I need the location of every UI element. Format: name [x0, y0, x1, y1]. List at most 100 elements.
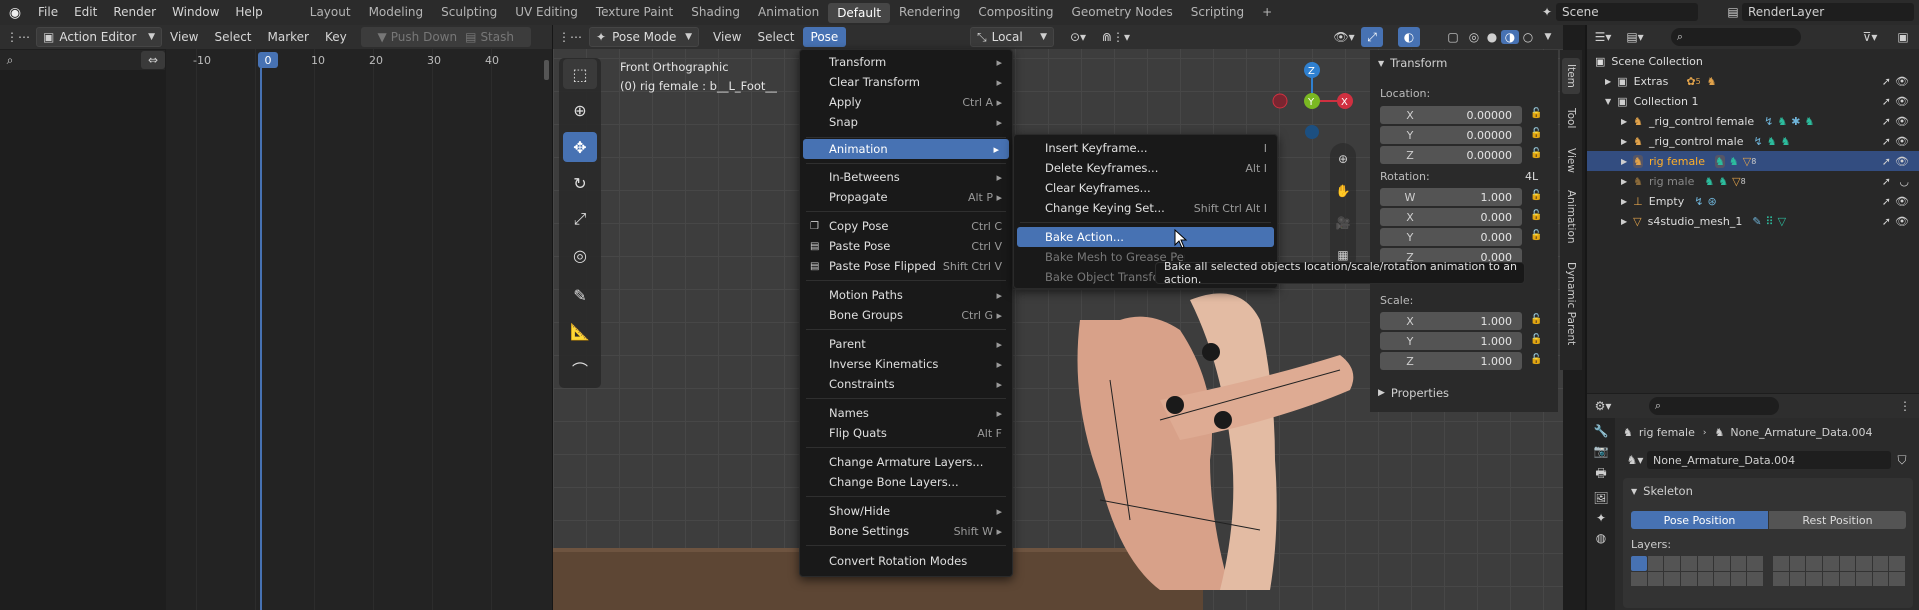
shading-options-icon[interactable]: ▼ — [1539, 32, 1557, 42]
menu-item-snap[interactable]: Snap ▸ — [800, 112, 1012, 132]
tab-scripting[interactable]: Scripting — [1182, 0, 1253, 25]
eye-icon[interactable]: 👁 — [1895, 195, 1909, 208]
selectable-arrow-icon[interactable]: ➚ — [1882, 175, 1891, 188]
bone-layer-toggle[interactable] — [1680, 571, 1697, 586]
tab-modeling[interactable]: Modeling — [360, 0, 433, 25]
ae-menu-key[interactable]: Key — [317, 25, 355, 50]
properties-section-header[interactable]: ▶ Properties — [1378, 386, 1449, 400]
expand-arrow-icon[interactable]: ▶ — [1621, 137, 1627, 146]
bone-layer-toggle[interactable] — [1697, 571, 1714, 586]
zoom-icon[interactable]: ⊕ — [1338, 152, 1348, 166]
gizmo-neg-z-icon[interactable] — [1305, 125, 1319, 139]
menu-item-paste-pose-flipped[interactable]: ▤ Paste Pose Flipped Shift Ctrl V — [800, 256, 1012, 276]
bone-layer-toggle[interactable] — [1747, 571, 1763, 586]
push-down-button[interactable]: ▼ Push Down ▤ Stash — [360, 27, 531, 47]
tab-layout[interactable]: Layout — [301, 0, 360, 25]
lock-icon[interactable]: 🔓 — [1530, 354, 1542, 365]
pan-hand-icon[interactable]: ✋ — [1336, 184, 1351, 198]
bone-layer-toggle[interactable] — [1789, 571, 1806, 586]
selectable-arrow-icon[interactable]: ➚ — [1882, 155, 1891, 168]
eye-icon[interactable]: 👁 — [1895, 95, 1909, 108]
tab-compositing[interactable]: Compositing — [969, 0, 1062, 25]
gizmo-toggle-icon[interactable]: ⤢ — [1361, 27, 1383, 47]
gizmo-neg-x-icon[interactable] — [1272, 93, 1288, 109]
bone-layer-toggle[interactable] — [1747, 556, 1763, 571]
scale-tool-icon[interactable]: ⤢ — [563, 204, 597, 234]
rotation-mode[interactable]: 4L — [1525, 170, 1538, 183]
menu-item-delete-keyframes[interactable]: Delete Keyframes... Alt I — [1014, 158, 1277, 178]
display-mode-icon[interactable]: ▤▾ — [1619, 30, 1651, 44]
tab-animation[interactable]: Animation — [1562, 184, 1580, 250]
rotate-tool-icon[interactable]: ↻ — [563, 168, 597, 198]
vp-menu-pose[interactable]: Pose — [802, 27, 847, 47]
bone-layer-toggle[interactable] — [1680, 556, 1697, 571]
menu-item-inverse-kinematics[interactable]: Inverse Kinematics ▸ — [800, 354, 1012, 374]
expand-arrow-icon[interactable]: ▶ — [1621, 197, 1627, 206]
pose-breakdowner-icon[interactable]: ⌒ — [563, 354, 597, 384]
bone-layer-toggle[interactable] — [1664, 556, 1680, 571]
bone-layer-toggle[interactable] — [1872, 571, 1889, 586]
menu-item-paste-pose[interactable]: ▤ Paste Pose Ctrl V — [800, 236, 1012, 256]
selectable-arrow-icon[interactable]: ➚ — [1882, 195, 1891, 208]
menu-item-convert-rotation-modes[interactable]: Convert Rotation Modes — [800, 551, 1012, 571]
tab-uv-editing[interactable]: UV Editing — [506, 0, 587, 25]
location-z-field[interactable]: Z 0.00000 — [1380, 146, 1522, 164]
overlay-toggle-icon[interactable]: ◐ — [1398, 27, 1420, 47]
scale-y-field[interactable]: Y 1.000 — [1380, 332, 1522, 350]
scale-z-field[interactable]: Z 1.000 — [1380, 352, 1522, 370]
bone-layer-toggle[interactable] — [1773, 571, 1789, 586]
lock-icon[interactable]: 🔓 — [1530, 148, 1542, 159]
scrollbar[interactable] — [544, 60, 549, 80]
vp-menu-select[interactable]: Select — [749, 25, 802, 50]
selectable-arrow-icon[interactable]: ➚ — [1882, 115, 1891, 128]
view-layer-tab-icon[interactable]: 🖼 — [1593, 491, 1608, 505]
fake-user-shield-icon[interactable]: ⛉ — [1891, 453, 1913, 468]
outliner-row-extras[interactable]: ▶ ▣ Extras ✿ 5 ♞ ➚ 👁 — [1587, 71, 1919, 91]
options-icon[interactable]: ⋮ — [1899, 399, 1911, 413]
outliner-row-scene-collection[interactable]: ▣ Scene Collection — [1587, 51, 1919, 71]
bone-layer-toggle[interactable] — [1806, 571, 1822, 586]
bone-layer-toggle[interactable] — [1697, 556, 1714, 571]
menu-item-clear-transform[interactable]: Clear Transform ▸ — [800, 72, 1012, 92]
bone-layer-toggle[interactable] — [1856, 571, 1872, 586]
bone-layer-toggle[interactable] — [1714, 556, 1730, 571]
menu-item-change-keying-set[interactable]: Change Keying Set... Shift Ctrl Alt I — [1014, 198, 1277, 218]
tab-item[interactable]: Item — [1562, 58, 1580, 94]
bone-layers-grid-left[interactable] — [1631, 556, 1763, 586]
menu-item-animation[interactable]: Animation ▸ — [803, 139, 1009, 159]
bone-layer-toggle[interactable] — [1822, 556, 1839, 571]
bone-layer-toggle[interactable] — [1631, 571, 1647, 586]
tab-sculpting[interactable]: Sculpting — [432, 0, 506, 25]
output-tab-icon[interactable]: 🖶 — [1595, 464, 1606, 485]
tab-tool[interactable]: Tool — [1562, 100, 1580, 136]
outliner-row-rig-control-male[interactable]: ▶ ♞ _rig_control male ↯ ♞ ♞ ➚ 👁 — [1587, 131, 1919, 151]
menu-item-apply[interactable]: Apply Ctrl A ▸ — [800, 92, 1012, 112]
ae-menu-select[interactable]: Select — [206, 25, 259, 50]
bone-layers-grid-right[interactable] — [1773, 556, 1905, 586]
menu-item-in-betweens[interactable]: In-Betweens ▸ — [800, 167, 1012, 187]
bone-layer-toggle[interactable] — [1839, 571, 1856, 586]
eye-icon[interactable]: 👁 — [1895, 115, 1909, 128]
location-y-field[interactable]: Y 0.00000 — [1380, 126, 1522, 144]
menu-item-copy-pose[interactable]: ❐ Copy Pose Ctrl C — [800, 216, 1012, 236]
material-shading-icon[interactable]: ◑ — [1501, 30, 1519, 44]
new-collection-icon[interactable]: ▣ — [1893, 30, 1913, 44]
menu-item-parent[interactable]: Parent ▸ — [800, 334, 1012, 354]
location-x-field[interactable]: X 0.00000 — [1380, 106, 1522, 124]
ae-menu-view[interactable]: View — [162, 25, 206, 50]
outliner-search-input[interactable]: ⌕ — [1671, 28, 1801, 46]
rotation-x-field[interactable]: X 0.000 — [1380, 208, 1522, 226]
scene-tab-icon[interactable]: ✦ — [1596, 511, 1606, 525]
dopesheet-area[interactable] — [166, 49, 552, 610]
bone-layer-toggle[interactable] — [1647, 556, 1664, 571]
menu-item-motion-paths[interactable]: Motion Paths ▸ — [800, 285, 1012, 305]
lock-icon[interactable]: 🔓 — [1530, 334, 1542, 345]
pose-position-button[interactable]: Pose Position — [1631, 511, 1768, 529]
world-tab-icon[interactable]: ◍ — [1596, 531, 1606, 545]
outliner-row-rig-control-female[interactable]: ▶ ♞ _rig_control female ↯ ♞ ✱ ♞ ➚ 👁 — [1587, 111, 1919, 131]
tab-texture-paint[interactable]: Texture Paint — [587, 0, 682, 25]
bone-layer-toggle[interactable] — [1730, 556, 1747, 571]
menu-help[interactable]: Help — [227, 0, 270, 25]
outliner-row-rig-male[interactable]: ▶ ♞ rig male ♞ ♞ ▽ 8 ➚ ◡ — [1587, 171, 1919, 191]
menu-item-flip-quats[interactable]: Flip Quats Alt F — [800, 423, 1012, 443]
